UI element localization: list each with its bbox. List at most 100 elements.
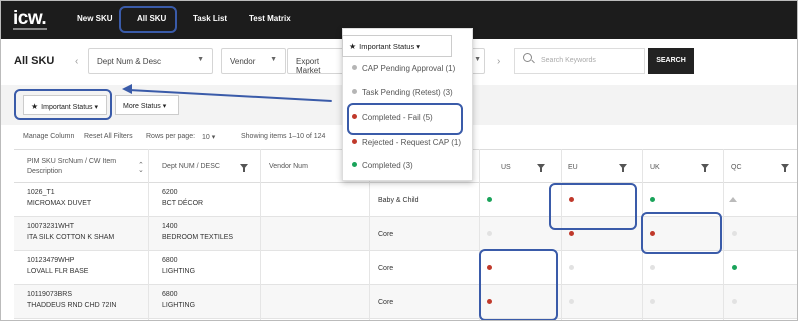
sku-num: 10073231WHT [27,223,75,230]
col-vendor[interactable]: Vendor Num [269,162,308,172]
manage-column-link[interactable]: Manage Column [23,133,74,140]
col-sku-line2: Description [27,168,63,175]
search-button[interactable]: SEARCH [648,48,694,74]
chevron-right-icon[interactable]: › [497,56,500,67]
sku-num: 10119073BRS [27,291,73,298]
filter-icon[interactable] [619,164,627,172]
us-status-dot[interactable] [487,231,492,236]
reset-filters-link[interactable]: Reset All Filters [84,133,133,140]
dropdown-item-label: Rejected - Request CAP [362,138,450,147]
filter-icon[interactable] [701,164,709,172]
nav-task-list[interactable]: Task List [193,14,227,23]
uk-status-dot[interactable] [650,265,655,270]
uk-status-dot[interactable] [650,299,655,304]
export-market-label: Export Market [296,57,321,75]
sku-cell: 10123479WHP LOVALL FLR BASE [27,255,88,277]
sku-desc: ITA SILK COTTON K SHAM [27,234,115,241]
dept-select-label: Dept Num & Desc [97,57,162,66]
dropdown-item-task-pending[interactable]: Task Pending (Retest) (3) [352,88,453,97]
caret-down-icon: ▾ [162,103,167,110]
triangle-icon[interactable] [729,197,737,202]
status-dot [352,162,357,167]
vendor-select-label: Vendor [230,57,256,66]
col-sku[interactable]: PIM SKU SrcNum / CW Item Description [27,157,116,177]
sku-desc: MICROMAX DUVET [27,200,92,207]
qc-status-dot[interactable] [732,265,737,270]
icw-logo[interactable]: icw. [13,8,47,30]
dropdown-item-count: (1) [451,138,462,147]
sku-num: 1026_T1 [27,189,55,196]
category-cell: Core [378,265,394,272]
col-qc[interactable]: QC [731,163,742,173]
dept-desc: LIGHTING [162,302,196,309]
arrow-head-icon [122,84,132,94]
sku-desc: LOVALL FLR BASE [27,268,89,275]
dropdown-item-rejected[interactable]: Rejected - Request CAP (1) [352,138,461,147]
eu-status-dot[interactable] [569,299,574,304]
highlight-important-status [14,89,112,120]
sku-desc: THADDEUS RND CHD 72IN [27,302,117,309]
category-cell: Core [378,231,394,238]
dropdown-item-count: (3) [442,88,453,97]
search-icon [523,53,532,62]
uk-status-dot[interactable] [650,197,655,202]
col-sku-line1: PIM SKU SrcNum / CW Item [27,158,117,165]
dropdown-item-count: (1) [445,64,456,73]
caret-down-icon: ▾ [211,134,216,141]
nav-test-matrix[interactable]: Test Matrix [249,14,291,23]
status-dot [352,89,357,94]
rows-per-page-select[interactable]: 10 ▾ [202,133,215,141]
dept-num: 6800 [162,257,178,264]
sku-cell: 1026_T1 MICROMAX DUVET [27,187,91,209]
table-row[interactable]: 10123479WHP LOVALL FLR BASE 6800 LIGHTING … [14,251,797,285]
dept-cell: 6800 LIGHTING [162,255,195,277]
eu-status-dot[interactable] [569,265,574,270]
vendor-select[interactable]: Vendor ▼ [221,48,286,74]
dropdown-item-cap-pending[interactable]: CAP Pending Approval (1) [352,64,455,73]
dept-num: 1400 [162,223,178,230]
us-status-dot[interactable] [487,197,492,202]
more-status-label: More Status [123,103,161,110]
col-dept[interactable]: Dept NUM / DESC [162,162,220,172]
filter-icon[interactable] [781,164,789,172]
more-status-button[interactable]: More Status ▾ [115,95,179,115]
app-window: icw. New SKU All SKU Task List Test Matr… [0,0,798,321]
chevron-down-icon: ▼ [197,56,204,63]
dept-num: 6200 [162,189,178,196]
filter-icon[interactable] [240,164,248,172]
qc-status-dot[interactable] [732,299,737,304]
category-cell: Core [378,299,394,306]
sku-cell: 10119073BRS THADDEUS RND CHD 72IN [27,289,116,311]
qc-status-dot[interactable] [732,231,737,236]
dept-select[interactable]: Dept Num & Desc ▼ [88,48,213,74]
sku-cell: 10073231WHT ITA SILK COTTON K SHAM [27,221,114,243]
sort-icon[interactable]: ⌃ ⌄ [138,162,144,174]
highlight-eu-column [549,183,637,230]
export-market-select[interactable]: Export Market [287,48,347,75]
highlight-completed-fail [347,103,463,135]
chevron-left-icon[interactable]: ‹ [75,56,78,67]
col-us[interactable]: US [501,163,511,173]
caret-down-icon: ▾ [416,42,421,51]
dropdown-header-label: Important Status [359,42,415,51]
filter-icon[interactable] [537,164,545,172]
dept-cell: 6800 LIGHTING [162,289,195,311]
column-divider [723,149,724,320]
table-row[interactable]: 10119073BRS THADDEUS RND CHD 72IN 6800 LIG… [14,285,797,319]
dropdown-item-label: Task Pending (Retest) [362,88,441,97]
eu-status-dot[interactable] [569,231,574,236]
nav-new-sku[interactable]: New SKU [77,14,113,23]
col-uk[interactable]: UK [650,163,660,173]
rows-per-page-value: 10 [202,134,210,141]
category-cell: Baby & Child [378,197,419,204]
column-divider [260,149,261,320]
status-dot [352,139,357,144]
star-icon: ★ [349,42,357,51]
dept-num: 6800 [162,291,178,298]
chevron-down-icon: ▼ [474,56,481,63]
sku-num: 10123479WHP [27,257,75,264]
dropdown-header[interactable]: ★ Important Status ▾ [342,35,452,57]
col-eu[interactable]: EU [568,163,578,173]
showing-items-text: Showing items 1–10 of 124 [241,133,326,140]
dropdown-item-completed[interactable]: Completed (3) [352,161,413,170]
